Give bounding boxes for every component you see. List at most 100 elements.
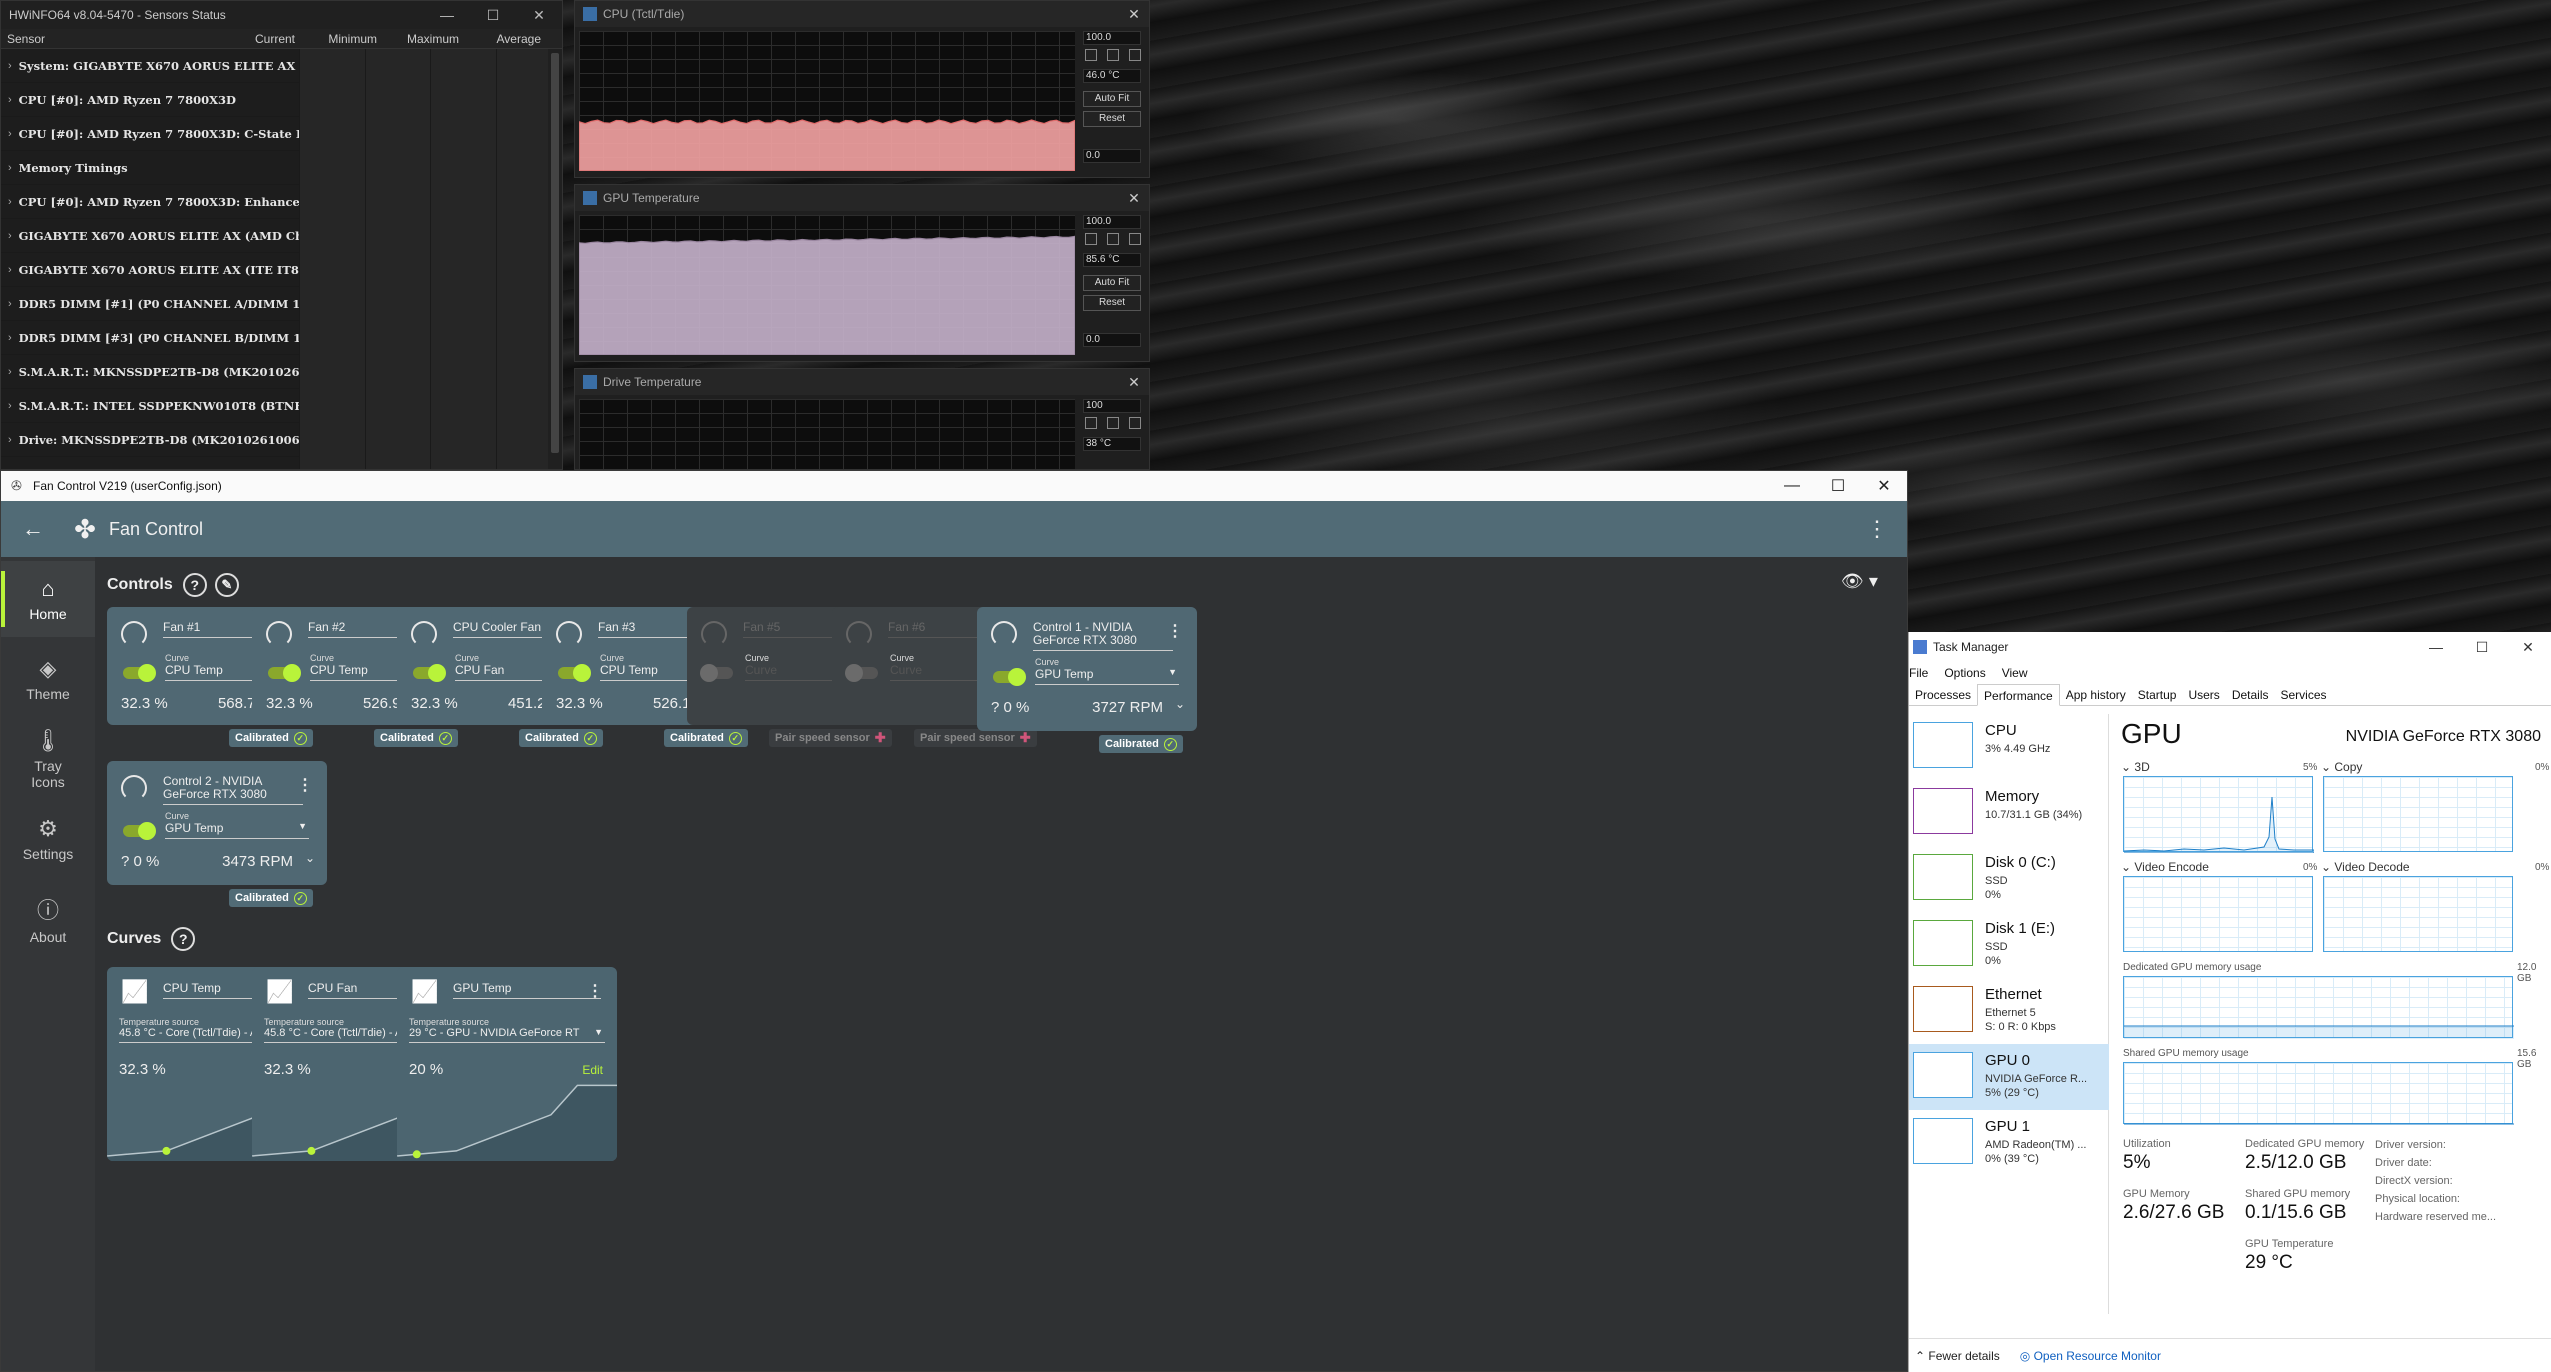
curve-name-field[interactable]: GPU Temp — [453, 981, 601, 999]
enable-toggle[interactable] — [123, 664, 156, 682]
sensor-group-row[interactable]: ›S.M.A.R.T.: INTEL SSDPEKNW010T8 (BTNH94… — [1, 388, 562, 423]
engine-video-decode-label[interactable]: ⌄ Video Decode — [2321, 860, 2410, 874]
enable-toggle[interactable] — [268, 664, 301, 682]
enable-toggle[interactable] — [413, 664, 446, 682]
close-icon[interactable]: ✕ — [1861, 476, 1907, 496]
sensor-group-row[interactable]: ›Drive: MKNSSDPE2TB-D8 (MK2010261006F073… — [1, 422, 562, 457]
expand-chevron-icon[interactable]: › — [1, 332, 19, 344]
performance-item-gpu-1[interactable]: GPU 1 AMD Radeon(TM) ... 0% (39 °C) — [1909, 1110, 2109, 1176]
expand-chevron-icon[interactable]: › — [1, 264, 19, 276]
expand-chevron-icon[interactable]: › — [1, 60, 19, 72]
expand-chevron-icon[interactable]: › — [1, 94, 19, 106]
close-icon[interactable]: ✕ — [2505, 639, 2551, 656]
nav-tray-icons[interactable]: 🌡 Tray Icons — [1, 721, 95, 797]
close-icon[interactable]: ✕ — [516, 7, 562, 24]
auto-fit-button[interactable]: Auto Fit — [1083, 91, 1141, 107]
tab-services[interactable]: Services — [2275, 684, 2333, 705]
sensor-group-row[interactable]: › CPU [#0]: AMD Ryzen 7 7800X3D — [1, 82, 562, 117]
expand-chevron-icon[interactable]: › — [1, 128, 19, 140]
tab-users[interactable]: Users — [2182, 684, 2225, 705]
visibility-eye-icon[interactable]: 👁 ▾ — [1841, 571, 1878, 592]
help-icon[interactable]: ? — [171, 927, 196, 951]
tab-processes[interactable]: Processes — [1909, 684, 1977, 705]
graph-option-checkbox[interactable] — [1107, 233, 1119, 245]
graph-option-checkbox[interactable] — [1129, 233, 1141, 245]
graph-option-checkbox[interactable] — [1085, 417, 1097, 429]
expand-chevron-icon[interactable]: › — [1, 400, 19, 412]
engine-video-encode-label[interactable]: ⌄ Video Encode — [2121, 860, 2209, 874]
wrench-icon[interactable]: ✎ — [214, 573, 239, 597]
enable-toggle[interactable] — [993, 668, 1026, 686]
enable-toggle[interactable] — [558, 664, 591, 682]
fan-name-field[interactable]: Control 2 - NVIDIA GeForce RTX 3080 — [163, 775, 303, 805]
sensor-group-row[interactable]: › CPU [#0]: AMD Ryzen 7 7800X3D: C-State … — [1, 116, 562, 151]
more-vertical-icon[interactable]: ⋮ — [297, 775, 313, 795]
engine-copy-label[interactable]: ⌄ Copy — [2321, 760, 2362, 774]
graph-option-checkbox[interactable] — [1129, 49, 1141, 61]
minimize-icon[interactable]: — — [424, 7, 470, 23]
graph-option-checkbox[interactable] — [1107, 417, 1119, 429]
graph-option-checkbox[interactable] — [1107, 49, 1119, 61]
column-sensor[interactable]: Sensor — [1, 32, 201, 46]
curve-select[interactable]: GPU Temp ▼ — [1035, 667, 1179, 685]
minimize-icon[interactable]: — — [2413, 639, 2459, 655]
enable-toggle[interactable] — [700, 664, 733, 682]
sensor-group-row[interactable]: ›GIGABYTE X670 AORUS ELITE AX (ITE IT868… — [1, 252, 562, 287]
pair-speed-sensor-badge[interactable]: Pair speed sensor ✚ — [914, 729, 1037, 747]
auto-fit-button[interactable]: Auto Fit — [1083, 275, 1141, 291]
performance-item-cpu[interactable]: CPU 3% 4.49 GHz — [1909, 714, 2109, 780]
enable-toggle[interactable] — [123, 822, 156, 840]
performance-item-disk-0-c[interactable]: Disk 0 (C:) SSD 0% — [1909, 846, 2109, 912]
maximize-icon[interactable]: ☐ — [470, 7, 516, 24]
column-current[interactable]: Current — [201, 32, 295, 46]
sensor-group-row[interactable]: ›Drive: INTEL SSDPEKNW010T8 (BTNH94442LM… — [1, 456, 562, 469]
expand-chevron-icon[interactable]: › — [1, 230, 19, 242]
performance-item-ethernet[interactable]: Ethernet Ethernet 5 S: 0 R: 0 Kbps — [1909, 978, 2109, 1044]
help-icon[interactable]: ? — [182, 573, 207, 597]
menu-file[interactable]: File — [1909, 666, 1928, 680]
menu-view[interactable]: View — [2002, 666, 2028, 680]
sensor-group-row[interactable]: ›GIGABYTE X670 AORUS ELITE AX (AMD Chips… — [1, 218, 562, 253]
expand-chevron-icon[interactable]: › — [1, 434, 19, 446]
open-resource-monitor-link[interactable]: ◎ Open Resource Monitor — [2020, 1349, 2161, 1363]
chevron-down-icon[interactable]: ⌄ — [305, 851, 315, 865]
minimize-icon[interactable]: — — [1769, 477, 1815, 495]
more-vertical-icon[interactable]: ⋮ — [1847, 516, 1907, 542]
fan-name-field[interactable]: Control 1 - NVIDIA GeForce RTX 3080 — [1033, 621, 1173, 651]
temperature-source-select[interactable]: 29 °C - GPU - NVIDIA GeForce RT ▼ — [409, 1027, 605, 1043]
tab-details[interactable]: Details — [2226, 684, 2275, 705]
nav-home[interactable]: ⌂ Home — [1, 561, 95, 637]
close-icon[interactable]: ✕ — [1119, 374, 1149, 391]
reset-button[interactable]: Reset — [1083, 111, 1141, 127]
maximize-icon[interactable]: ☐ — [1815, 476, 1861, 496]
edit-curve-button[interactable]: Edit — [582, 1063, 603, 1077]
sensor-group-row[interactable]: › Memory Timings — [1, 150, 562, 185]
sensor-group-row[interactable]: › DDR5 DIMM [#1] (P0 CHANNEL A/DIMM 1) — [1, 286, 562, 321]
engine-3d-label[interactable]: ⌄ 3D — [2121, 760, 2150, 774]
performance-item-memory[interactable]: Memory 10.7/31.1 GB (34%) — [1909, 780, 2109, 846]
tab-app-history[interactable]: App history — [2060, 684, 2132, 705]
scrollbar-thumb[interactable] — [551, 53, 559, 453]
performance-item-gpu-0[interactable]: GPU 0 NVIDIA GeForce R... 5% (29 °C) — [1909, 1044, 2109, 1110]
sensor-group-row[interactable]: › CPU [#0]: AMD Ryzen 7 7800X3D: Enhanced — [1, 184, 562, 219]
sensor-group-row[interactable]: › System: GIGABYTE X670 AORUS ELITE AX — [1, 48, 562, 83]
nav-settings[interactable]: ⚙ Settings — [1, 801, 95, 877]
more-vertical-icon[interactable]: ⋮ — [1167, 621, 1183, 641]
nav-theme[interactable]: ◈ Theme — [1, 641, 95, 717]
performance-item-disk-1-e[interactable]: Disk 1 (E:) SSD 0% — [1909, 912, 2109, 978]
expand-chevron-icon[interactable]: › — [1, 162, 19, 174]
pair-speed-sensor-badge[interactable]: Pair speed sensor ✚ — [769, 729, 892, 747]
close-icon[interactable]: ✕ — [1119, 190, 1149, 207]
enable-toggle[interactable] — [845, 664, 878, 682]
sensor-group-row[interactable]: › DDR5 DIMM [#3] (P0 CHANNEL B/DIMM 1) — [1, 320, 562, 355]
menu-options[interactable]: Options — [1944, 666, 1985, 680]
graph-option-checkbox[interactable] — [1129, 417, 1141, 429]
chevron-down-icon[interactable]: ⌄ — [1175, 697, 1185, 711]
expand-chevron-icon[interactable]: › — [1, 366, 19, 378]
back-arrow-icon[interactable]: ← — [1, 516, 65, 542]
expand-chevron-icon[interactable]: › — [1, 298, 19, 310]
column-average[interactable]: Average — [459, 32, 541, 46]
close-icon[interactable]: ✕ — [1119, 6, 1149, 23]
curve-select[interactable]: GPU Temp ▼ — [165, 821, 309, 839]
fewer-details-button[interactable]: ⌃ Fewer details — [1915, 1349, 2000, 1363]
